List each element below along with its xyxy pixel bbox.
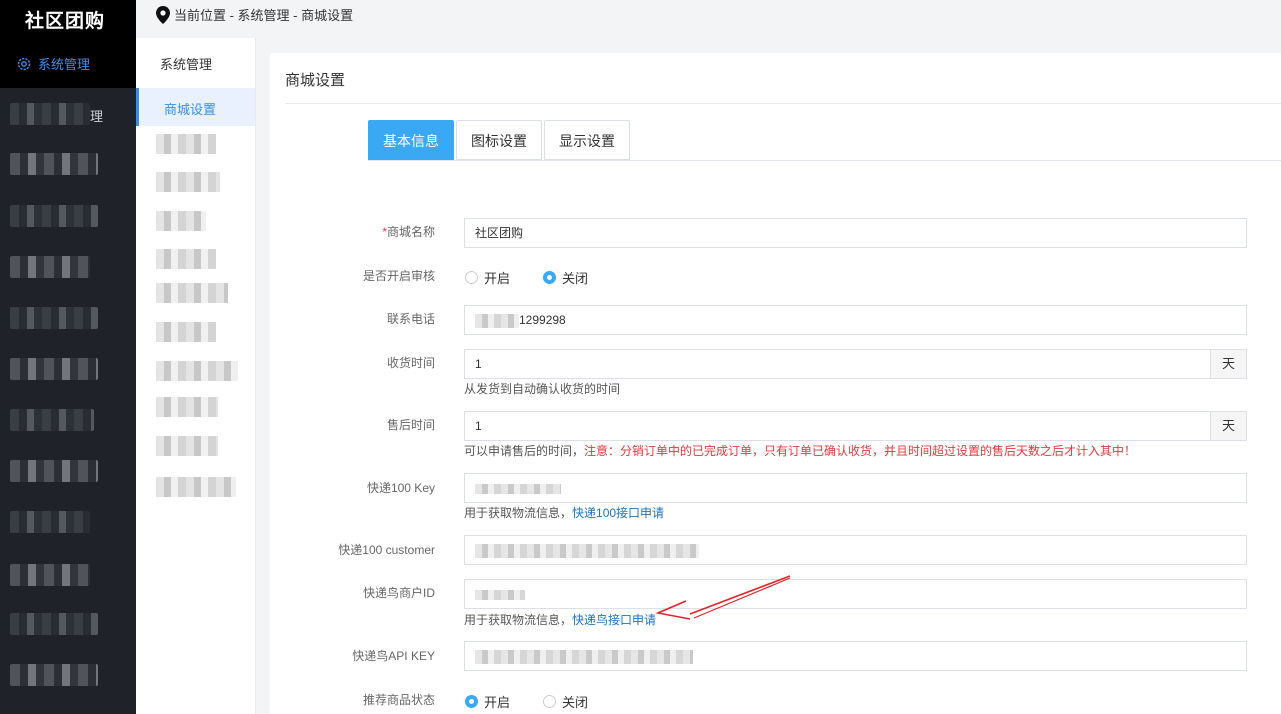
submenu-item-blurred[interactable] [156,249,216,269]
submenu-item-blurred[interactable] [156,397,218,417]
phone-input[interactable]: 1299298 [464,305,1247,335]
submenu: 系统管理 商城设置 [136,38,256,714]
submenu-item-shop-settings[interactable]: 商城设置 [136,88,255,126]
receive-time-unit: 天 [1211,349,1247,379]
submenu-item-label: 商城设置 [164,102,217,117]
after-sale-input[interactable]: 1 [464,411,1211,441]
kd100-key-help: 用于获取物流信息，快递100接口申请 [464,504,664,521]
receive-time-help: 从发货到自动确认收货的时间 [464,382,621,396]
masked-text [475,483,561,494]
kd100-help-text: 用于获取物流信息， [464,506,573,520]
after-sale-label: 售后时间 [386,418,435,432]
breadcrumb: 当前位置 - 系统管理 - 商城设置 [156,5,353,24]
after-sale-warning: 注意：分销订单中的已完成订单，只有订单已确认收货，并且时间超过设置的售后天数之后… [584,444,1137,458]
tab-bar: 基本信息 图标设置 显示设置 [368,120,632,160]
kdn-id-help: 用于获取物流信息，快递鸟接口申请 [464,611,656,628]
kd100-customer-label: 快递100 customer [338,543,435,557]
submenu-item-blurred[interactable] [156,172,220,192]
kd100-key-label: 快递100 Key [366,481,435,495]
after-sale-help: 可以申请售后的时间，注意：分销订单中的已完成订单，只有订单已确认收货，并且时间超… [464,442,1136,459]
radio-circle-checked [543,271,556,284]
gear-icon [17,57,31,70]
audit-radio-on[interactable]: 开启 [465,268,510,287]
submenu-item-blurred[interactable] [156,211,206,231]
audit-radio-off[interactable]: 关闭 [543,268,588,287]
receive-time-label: 收货时间 [386,356,435,370]
radio-label: 开启 [484,271,511,286]
breadcrumb-text: 当前位置 - 系统管理 - 商城设置 [174,8,354,23]
audit-label: 是否开启审核 [362,269,435,283]
submenu-title: 系统管理 [160,57,213,72]
location-pin-icon [156,5,170,24]
app-logo: 社区团购 [25,10,106,32]
radio-circle [465,271,478,284]
sidebar-item-label: 系统管理 [38,57,91,72]
sidebar-item-blurred[interactable] [10,409,94,431]
kdn-help-text: 用于获取物流信息， [464,613,573,627]
sidebar-item-blurred[interactable] [10,153,98,175]
submenu-item-blurred[interactable] [156,436,218,456]
shop-name-label-text: 商城名称 [386,225,435,239]
kd100-apply-link[interactable]: 快递100接口申请 [572,506,664,520]
tab-icon-settings[interactable]: 图标设置 [456,120,542,160]
sidebar-item-blurred[interactable] [10,256,90,278]
masked-text [475,589,525,600]
masked-text [475,649,693,664]
recommend-radio-off[interactable]: 关闭 [543,692,588,711]
annotation-arrow-icon [655,575,791,620]
after-sale-help-text: 可以申请售后的时间， [464,444,585,458]
page-title: 商城设置 [285,72,346,89]
sidebar-item-blurred[interactable] [10,664,98,686]
logo-area: 社区团购 系统管理 [0,0,136,88]
radio-label: 关闭 [562,695,589,710]
kdn-key-label: 快递鸟API KEY [352,649,435,663]
tab-divider [368,160,1281,161]
sidebar-item-blurred[interactable] [10,358,98,380]
after-sale-unit: 天 [1211,411,1247,441]
phone-label: 联系电话 [386,312,435,326]
receive-time-input[interactable]: 1 [464,349,1211,379]
submenu-item-blurred[interactable] [156,283,228,303]
submenu-item-blurred[interactable] [156,322,216,342]
radio-circle-checked [465,695,478,708]
radio-circle [543,695,556,708]
recommend-label: 推荐商品状态 [362,693,435,707]
sidebar-item-blurred[interactable] [10,103,90,125]
kd100-customer-input[interactable] [464,535,1247,565]
sidebar-item-blurred[interactable] [10,564,90,586]
kdn-id-label: 快递鸟商户ID [362,586,435,600]
submenu-item-blurred[interactable] [156,134,216,154]
kdn-key-input[interactable] [464,641,1247,671]
sidebar-item-blurred[interactable] [10,205,98,227]
masked-text [475,543,699,558]
masked-text [475,313,519,328]
shop-name-input[interactable]: 社区团购 [464,218,1247,248]
recommend-radio-on[interactable]: 开启 [465,692,510,711]
sidebar-item-blurred[interactable] [10,460,98,482]
kdn-apply-link[interactable]: 快递鸟接口申请 [572,613,656,627]
sidebar-item-blurred[interactable] [10,511,90,533]
radio-label: 关闭 [562,271,589,286]
submenu-item-blurred[interactable] [156,361,238,381]
sidebar-item-blurred[interactable] [10,307,98,329]
divider [285,103,1281,104]
kd100-key-input[interactable] [464,473,1247,503]
top-bar: 当前位置 - 系统管理 - 商城设置 [136,0,1281,38]
sidebar-item-system[interactable]: 系统管理 [16,54,90,73]
main-sidebar: 社区团购 系统管理 理 [0,0,136,714]
phone-value: 1299298 [519,313,566,327]
shop-name-label: *商城名称 [270,223,435,240]
radio-label: 开启 [484,695,511,710]
submenu-item-blurred[interactable] [156,477,236,497]
sidebar-item-suffix: 理 [90,109,104,124]
sidebar-item-blurred[interactable] [10,613,98,635]
tab-display-settings[interactable]: 显示设置 [544,120,630,160]
kdn-id-input[interactable] [464,579,1247,609]
tab-basic-info[interactable]: 基本信息 [368,120,454,160]
